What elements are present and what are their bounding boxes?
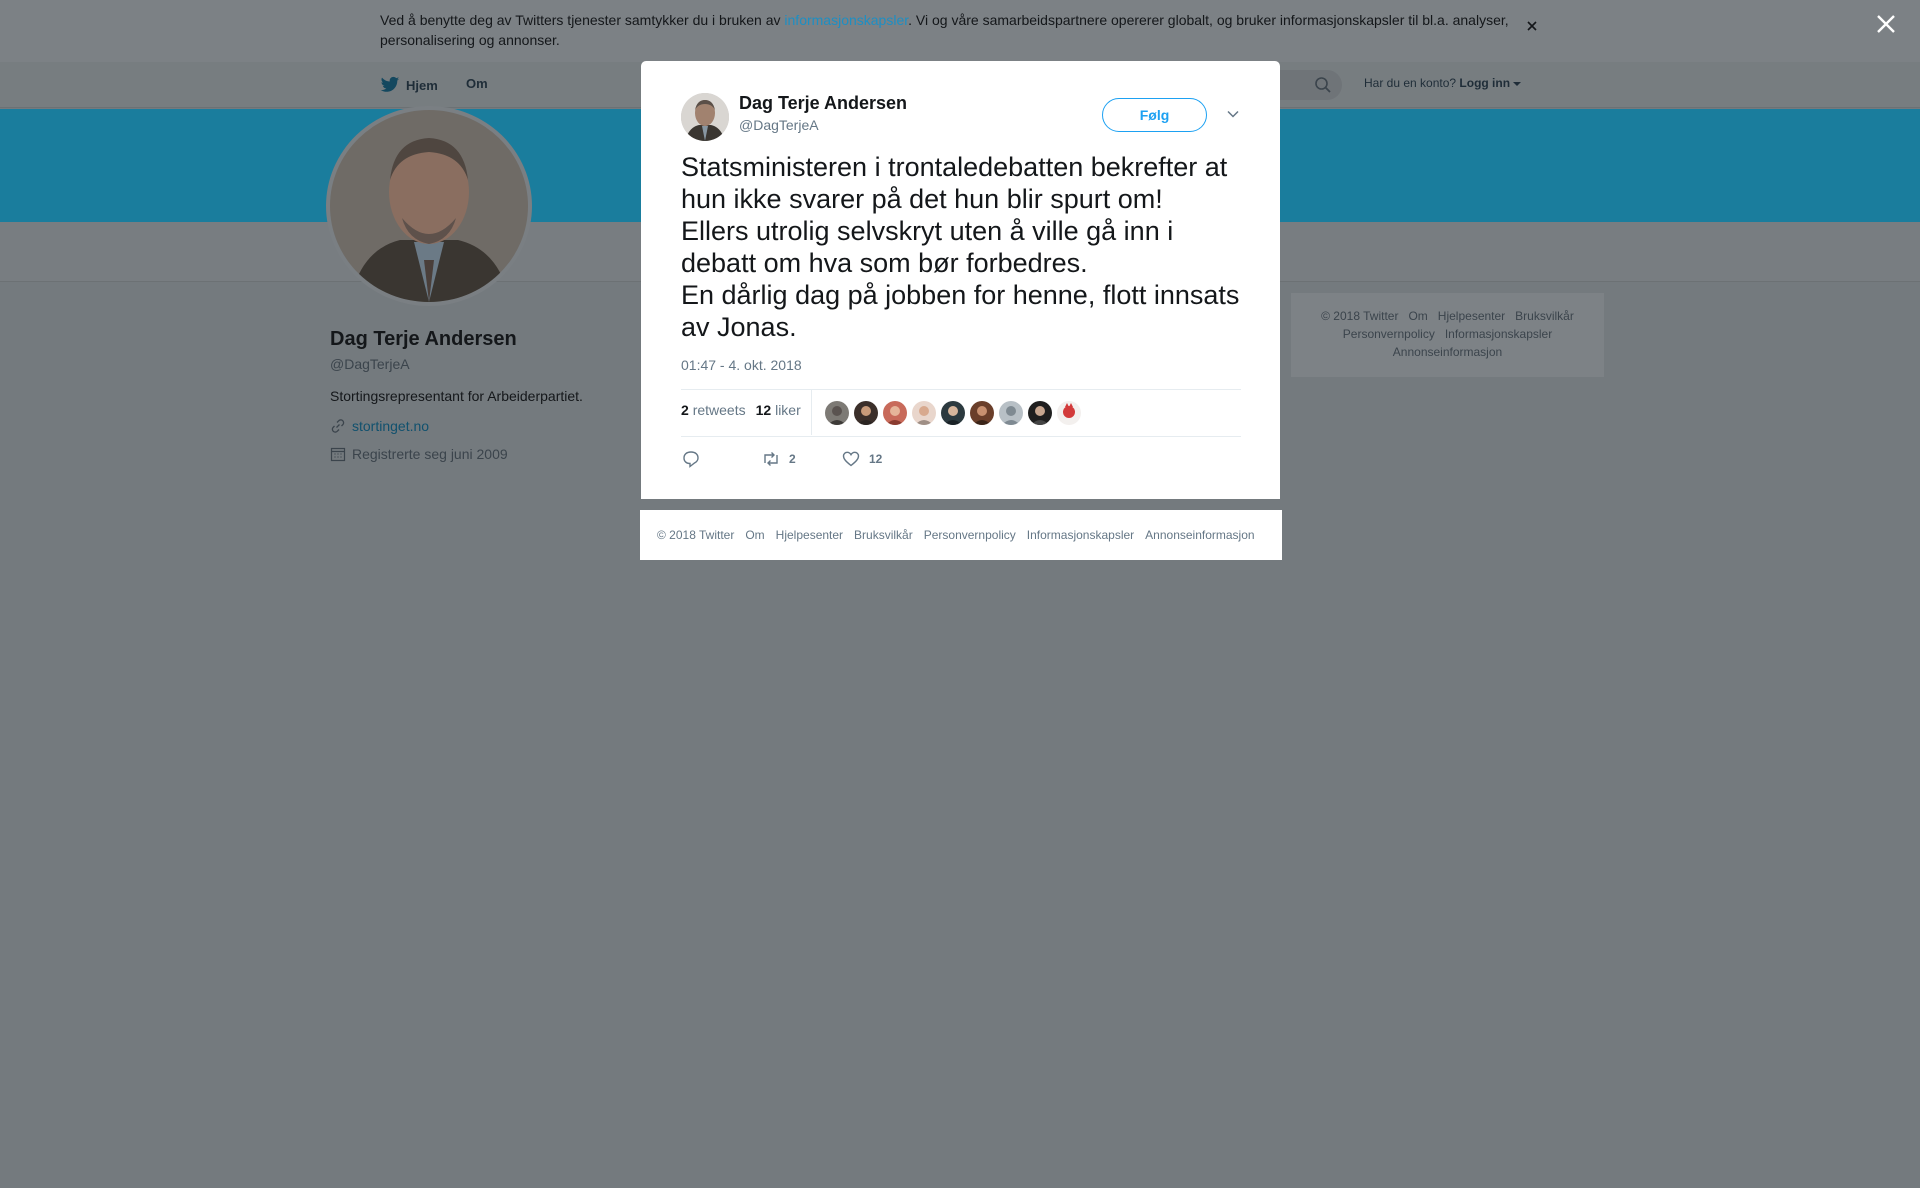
profile-joined: Registrerte seg juni 2009 (330, 446, 508, 462)
twitter-bird-icon (380, 76, 400, 92)
liker-avatar[interactable] (854, 401, 878, 425)
chevron-down-icon[interactable] (1226, 107, 1240, 121)
divider (681, 436, 1241, 437)
cookie-consent-text: Ved å benytte deg av Twitters tjenester … (380, 10, 1530, 50)
like-button[interactable]: 12 (841, 449, 882, 469)
heart-icon (842, 451, 860, 467)
retweet-icon (764, 452, 778, 466)
profile-photo (330, 110, 528, 302)
side-footer-link[interactable]: Informasjonskapsler (1445, 327, 1552, 341)
profile-website-label[interactable]: stortinget.no (352, 418, 429, 434)
nav-home[interactable]: Hjem (380, 76, 438, 94)
author-photo (681, 93, 729, 141)
divider (681, 389, 1241, 390)
profile-handle[interactable]: @DagTerjeA (330, 356, 410, 372)
retweet-count: 2 (789, 452, 796, 466)
follow-button[interactable]: Følg (1102, 98, 1207, 132)
tweet-actions: 2 12 (681, 449, 882, 469)
liker-avatar[interactable] (1057, 401, 1081, 425)
account-prompt: Har du en konto? (1364, 76, 1457, 90)
close-icon[interactable] (1524, 18, 1540, 34)
retweets-count: 2 (681, 402, 689, 418)
like-count: 12 (869, 452, 883, 466)
liker-avatar[interactable] (999, 401, 1023, 425)
side-footer-link[interactable]: Personvernpolicy (1343, 327, 1435, 341)
liker-avatar[interactable] (912, 401, 936, 425)
likes-count: 12 (755, 402, 772, 418)
side-footer-link[interactable]: Om (1408, 309, 1427, 323)
footer-link[interactable]: Personvernpolicy (924, 528, 1016, 542)
liker-avatar[interactable] (970, 401, 994, 425)
profile-website[interactable]: stortinget.no (330, 418, 429, 434)
footer-link[interactable]: Hjelpesenter (776, 528, 843, 542)
retweet-button[interactable]: 2 (761, 449, 841, 469)
close-icon[interactable] (1874, 12, 1898, 36)
retweets-label: retweets (692, 402, 746, 418)
tweet-text: Statsministeren i trontaledebatten bekre… (681, 152, 1240, 342)
liker-avatar[interactable] (825, 401, 849, 425)
login-button[interactable]: Logg inn (1459, 76, 1510, 90)
tweet-stats: 2 retweets 12 liker (681, 402, 801, 418)
avatar[interactable] (681, 93, 729, 141)
nav-about[interactable]: Om (466, 76, 488, 91)
nav-about-label: Om (466, 76, 488, 91)
side-footer: © 2018 Twitter Om Hjelpesenter Bruksvilkår … (1291, 293, 1604, 377)
side-footer-link[interactable]: Bruksvilkår (1515, 309, 1574, 323)
footer-link[interactable]: Informasjonskapsler (1027, 528, 1134, 542)
cookie-policy-link[interactable]: informasjonskapsler (784, 12, 908, 28)
liker-avatars (825, 401, 1081, 425)
retweets-stat[interactable]: 2 retweets (681, 402, 746, 418)
footer-link[interactable]: Bruksvilkår (854, 528, 913, 542)
modal-footer: © 2018 Twitter Om Hjelpesenter Bruksvilk… (640, 510, 1282, 560)
caret-down-icon[interactable] (1513, 81, 1522, 86)
tweet-author-name[interactable]: Dag Terje Andersen (739, 93, 907, 114)
nav-home-label: Hjem (406, 77, 438, 93)
link-icon (331, 419, 345, 433)
likes-stat[interactable]: 12 liker (756, 402, 801, 418)
footer-link[interactable]: Annonseinformasjon (1145, 528, 1254, 542)
reply-button[interactable] (681, 449, 761, 469)
likes-label: liker (775, 402, 801, 418)
tweet-author-handle[interactable]: @DagTerjeA (739, 117, 819, 133)
profile-joined-label: Registrerte seg juni 2009 (352, 446, 508, 462)
tweet-timestamp[interactable]: 01:47 - 4. okt. 2018 (681, 357, 802, 373)
divider (811, 389, 812, 435)
reply-icon (683, 451, 699, 468)
liker-avatar[interactable] (1028, 401, 1052, 425)
tweet-modal: Dag Terje Andersen @DagTerjeA Følg Stats… (641, 61, 1280, 499)
cookie-consent-bar: Ved å benytte deg av Twitters tjenester … (0, 0, 1920, 62)
search-icon[interactable] (1314, 76, 1332, 94)
liker-avatar[interactable] (883, 401, 907, 425)
profile-bio: Stortingsrepresentant for Arbeiderpartie… (330, 388, 583, 404)
footer-link[interactable]: Om (745, 528, 764, 542)
cookie-text-before: Ved å benytte deg av Twitters tjenester … (380, 12, 785, 28)
side-footer-link[interactable]: Annonseinformasjon (1393, 345, 1502, 359)
profile-avatar[interactable] (326, 106, 532, 306)
side-footer-link[interactable]: © 2018 Twitter (1321, 309, 1398, 323)
login-area: Har du en konto? Logg inn (1364, 76, 1522, 90)
profile-name[interactable]: Dag Terje Andersen (330, 328, 517, 351)
calendar-icon (330, 447, 346, 462)
footer-link[interactable]: © 2018 Twitter (657, 528, 734, 542)
liker-avatar[interactable] (941, 401, 965, 425)
side-footer-link[interactable]: Hjelpesenter (1438, 309, 1505, 323)
